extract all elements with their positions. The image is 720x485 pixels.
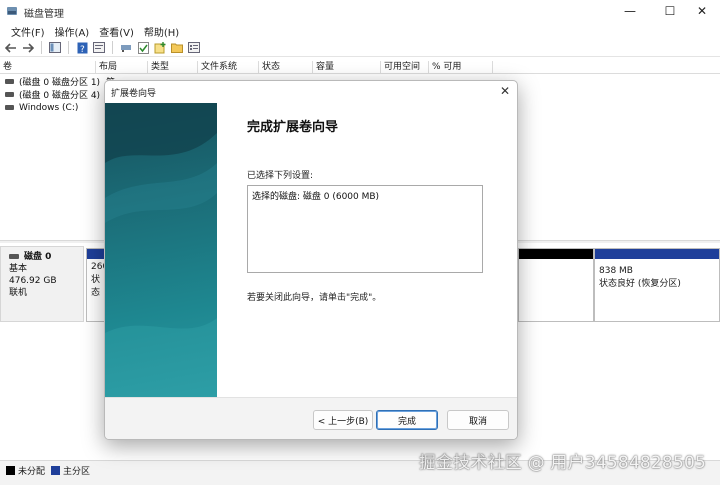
- maximize-button[interactable]: ☐: [652, 0, 688, 22]
- legend-swatch: [6, 466, 15, 475]
- disk-management-icon: [6, 5, 18, 17]
- legend-primary: 主分区: [51, 464, 90, 477]
- minimize-button[interactable]: —: [612, 0, 648, 22]
- dialog-close-icon[interactable]: ✕: [497, 83, 513, 99]
- settings-summary-text: 选择的磁盘: 磁盘 0 (6000 MB): [252, 192, 380, 202]
- toolbar-separator: [112, 41, 113, 54]
- forward-arrow-icon[interactable]: [21, 41, 35, 55]
- window-titlebar: 磁盘管理 — ☐ ✕: [0, 0, 720, 22]
- disk-name: 磁盘 0: [24, 252, 52, 262]
- dialog-title: 扩展卷向导: [111, 89, 157, 99]
- wizard-heading: 完成扩展卷向导: [247, 120, 339, 135]
- drive-icon: [5, 92, 14, 97]
- col-filesystem[interactable]: 文件系统: [198, 61, 259, 74]
- dialog-titlebar: 扩展卷向导 ✕: [105, 81, 517, 102]
- col-capacity[interactable]: 容量: [313, 61, 381, 74]
- menu-action[interactable]: 操作(A): [50, 22, 95, 39]
- toolbar-separator: [68, 41, 69, 54]
- col-layout[interactable]: 布局: [96, 61, 148, 74]
- partition-bar: [519, 249, 593, 259]
- toolbar-separator: [41, 41, 42, 54]
- legend-label: 主分区: [63, 467, 91, 477]
- finish-instruction: 若要关闭此向导，请单击"完成"。: [247, 293, 382, 303]
- selected-settings-label: 已选择下列设置:: [247, 171, 314, 181]
- col-volume[interactable]: 卷: [0, 61, 96, 74]
- open-folder-icon[interactable]: [170, 41, 184, 55]
- svg-text:?: ?: [80, 45, 85, 54]
- volume-name: Windows (C:): [19, 102, 79, 113]
- col-status[interactable]: 状态: [259, 61, 313, 74]
- settings-list-icon[interactable]: [187, 41, 201, 55]
- menu-bar: 文件(F) 操作(A) 查看(V) 帮助(H): [0, 22, 720, 39]
- drive-icon: [5, 105, 14, 110]
- back-arrow-icon[interactable]: [4, 41, 18, 55]
- menu-view[interactable]: 查看(V): [94, 22, 139, 39]
- back-button[interactable]: < 上一步(B): [313, 410, 373, 430]
- window-title: 磁盘管理: [24, 9, 64, 20]
- legend-swatch: [51, 466, 61, 475]
- connect-icon[interactable]: [119, 41, 133, 55]
- toolbar: ?: [0, 39, 720, 57]
- disk-0-label[interactable]: 磁盘 0 基本 476.92 GB 联机: [0, 246, 84, 322]
- partition-size: 260: [91, 262, 109, 272]
- drive-icon: [5, 79, 14, 84]
- volume-name: (磁盘 0 磁盘分区 4): [19, 91, 101, 101]
- new-volume-icon[interactable]: [153, 41, 167, 55]
- watermark: 掘金技术社区 @ 用户3458482850​5: [418, 453, 706, 473]
- wizard-banner-image: [105, 103, 217, 397]
- col-free-space[interactable]: 可用空间: [381, 61, 429, 74]
- partition-status: 状态良好 (恢复分区): [599, 279, 681, 289]
- drive-icon: [9, 254, 19, 259]
- cancel-button[interactable]: 取消: [447, 410, 509, 430]
- legend-label: 未分配: [18, 467, 46, 477]
- console-tree-icon[interactable]: [48, 41, 62, 55]
- check-icon[interactable]: [136, 41, 150, 55]
- col-percent-free[interactable]: % 可用: [429, 61, 493, 74]
- finish-button[interactable]: 完成: [376, 410, 438, 430]
- settings-summary-box[interactable]: 选择的磁盘: 磁盘 0 (6000 MB): [247, 185, 483, 273]
- volume-name: (磁盘 0 磁盘分区 1): [19, 78, 101, 88]
- partition-bar: [595, 249, 719, 259]
- disk-type: 基本: [9, 264, 28, 274]
- menu-help[interactable]: 帮助(H): [139, 22, 184, 39]
- legend-unallocated: 未分配: [6, 464, 45, 477]
- close-button[interactable]: ✕: [684, 0, 720, 22]
- partition-size: 838 MB: [599, 266, 633, 276]
- dialog-footer: < 上一步(B) 完成 取消: [105, 397, 517, 439]
- partition-status: 状态: [91, 275, 101, 298]
- partition-recovery[interactable]: 838 MB 状态良好 (恢复分区): [594, 248, 720, 322]
- partition-unallocated[interactable]: [518, 248, 594, 322]
- disk-status: 联机: [9, 288, 28, 298]
- volume-list-header: 卷 布局 类型 文件系统 状态 容量 可用空间 % 可用: [0, 61, 720, 74]
- help-icon[interactable]: ?: [75, 41, 89, 55]
- properties-icon[interactable]: [92, 41, 106, 55]
- extend-volume-wizard: 扩展卷向导 ✕ 完成扩展卷向导 已选择下列设置: 选择的磁盘: 磁盘 0 (60…: [104, 80, 518, 440]
- col-type[interactable]: 类型: [148, 61, 198, 74]
- disk-size: 476.92 GB: [9, 276, 57, 286]
- menu-file[interactable]: 文件(F): [6, 22, 50, 39]
